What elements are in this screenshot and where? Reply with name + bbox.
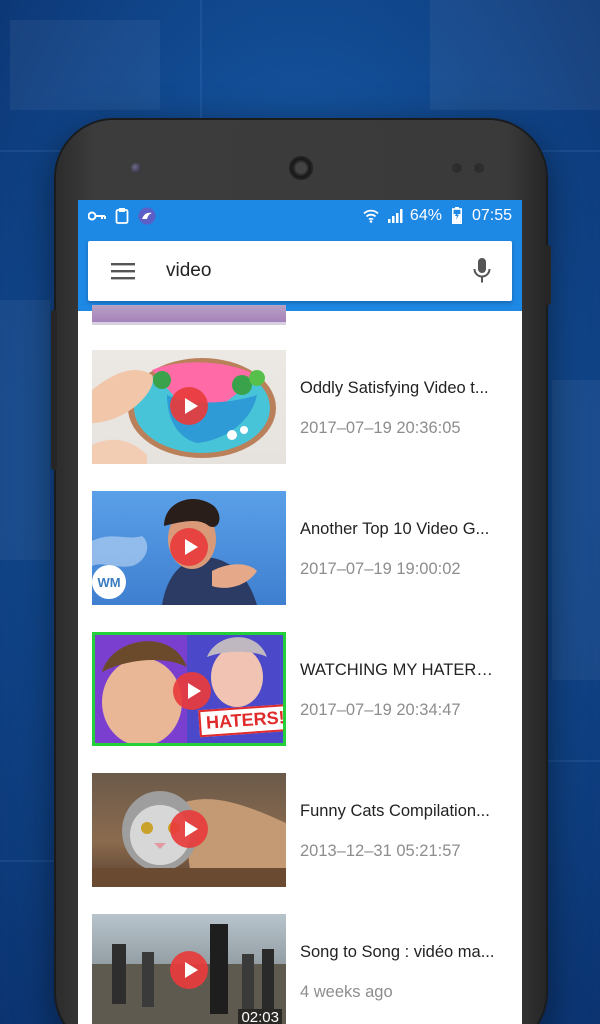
play-icon[interactable]: [170, 387, 208, 425]
wifi-icon: [362, 207, 380, 225]
volume-button: [51, 310, 57, 470]
device-screen: 64% 07:55 video Oddly Satisfying Video t…: [78, 200, 522, 1024]
video-thumbnail[interactable]: [92, 350, 286, 464]
video-title[interactable]: Another Top 10 Video G...: [300, 520, 500, 539]
list-item[interactable]: 02:03 Song to Song : vidéo ma... 4 weeks…: [78, 914, 522, 1024]
video-thumbnail[interactable]: [92, 305, 286, 325]
hamburger-menu-icon[interactable]: [88, 241, 158, 301]
video-thumbnail[interactable]: 02:03: [92, 914, 286, 1024]
earpiece-speaker: [289, 156, 313, 180]
video-date: 2017–07–19 20:34:47: [300, 701, 461, 719]
background-pattern: [430, 0, 600, 110]
list-item[interactable]: Oddly Satisfying Video t... 2017–07–19 2…: [78, 350, 522, 466]
results-list: Oddly Satisfying Video t... 2017–07–19 2…: [78, 305, 522, 1024]
status-time: 07:55: [471, 206, 512, 224]
video-thumbnail[interactable]: WM: [92, 491, 286, 605]
battery-charging-icon: [448, 207, 466, 225]
video-date: 2017–07–19 20:36:05: [300, 419, 461, 437]
microphone-icon[interactable]: [452, 241, 512, 301]
video-thumbnail[interactable]: HATERS!: [92, 632, 286, 746]
background-line: [0, 860, 60, 862]
app-bar: video: [78, 231, 522, 311]
status-bar: 64% 07:55: [78, 200, 522, 231]
app-badge-icon: [138, 207, 156, 225]
search-input[interactable]: video: [158, 260, 452, 282]
video-thumbnail[interactable]: [92, 773, 286, 887]
signal-icon: [386, 207, 404, 225]
video-title[interactable]: Funny Cats Compilation...: [300, 802, 500, 821]
search-bar[interactable]: video: [88, 241, 512, 301]
video-date: 2013–12–31 05:21:57: [300, 842, 461, 860]
channel-logo: WM: [92, 565, 126, 599]
key-icon: [88, 207, 106, 225]
play-icon[interactable]: [170, 951, 208, 989]
background-pattern: [10, 20, 160, 110]
list-item[interactable]: Funny Cats Compilation... 2013–12–31 05:…: [78, 773, 522, 889]
background-pattern: [0, 300, 50, 560]
front-camera-icon: [131, 163, 141, 173]
list-item[interactable]: HATERS! WATCHING MY HATERS... 2017–07–19…: [78, 632, 522, 748]
play-icon[interactable]: [170, 528, 208, 566]
proximity-sensor: [452, 163, 462, 173]
clipboard-icon: [113, 207, 131, 225]
video-title[interactable]: Oddly Satisfying Video t...: [300, 379, 500, 398]
battery-percent: 64%: [409, 206, 442, 224]
background-pattern: [552, 380, 600, 680]
video-duration: 02:03: [238, 1009, 282, 1024]
list-item[interactable]: WM Another Top 10 Video G... 2017–07–19 …: [78, 491, 522, 607]
play-icon[interactable]: [173, 672, 211, 710]
background-line: [548, 760, 600, 762]
video-date: 4 weeks ago: [300, 983, 393, 1001]
video-title[interactable]: Song to Song : vidéo ma...: [300, 943, 500, 962]
background-line: [200, 0, 202, 120]
play-icon[interactable]: [170, 810, 208, 848]
light-sensor: [474, 163, 484, 173]
power-button: [545, 245, 551, 305]
video-title[interactable]: WATCHING MY HATERS...: [300, 661, 500, 680]
video-date: 2017–07–19 19:00:02: [300, 560, 461, 578]
